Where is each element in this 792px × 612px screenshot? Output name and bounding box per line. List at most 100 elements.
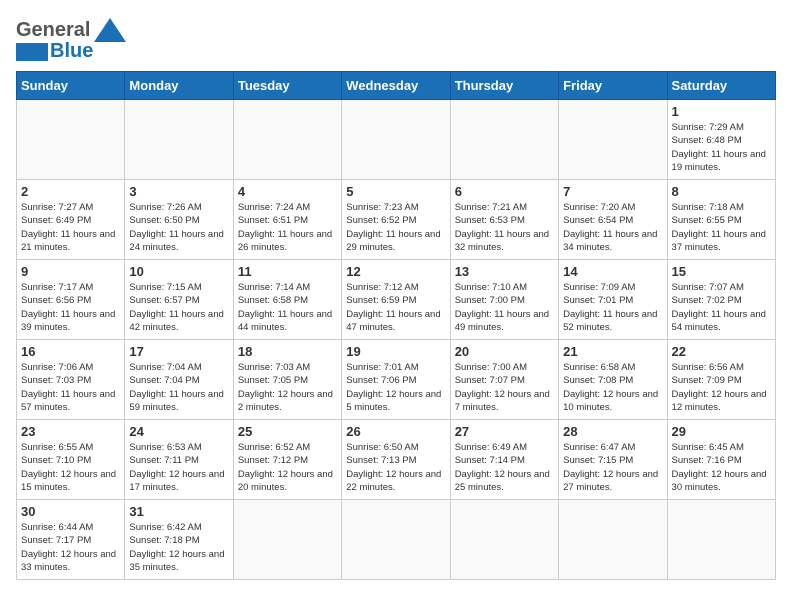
calendar-cell: 18 Sunrise: 7:03 AMSunset: 7:05 PMDayligh… [233,340,341,420]
weekday-header-thursday: Thursday [450,72,558,100]
weekday-header-sunday: Sunday [17,72,125,100]
day-info: Sunrise: 7:18 AMSunset: 6:55 PMDaylight:… [672,201,771,254]
day-number: 21 [563,344,662,359]
logo-general-text: General [16,19,90,42]
day-number: 4 [238,184,337,199]
day-info: Sunrise: 6:56 AMSunset: 7:09 PMDaylight:… [672,361,771,414]
day-number: 26 [346,424,445,439]
calendar-cell: 12 Sunrise: 7:12 AMSunset: 6:59 PMDayligh… [342,260,450,340]
day-number: 5 [346,184,445,199]
calendar-cell: 31 Sunrise: 6:42 AMSunset: 7:18 PMDayligh… [125,500,233,580]
calendar-cell: 24 Sunrise: 6:53 AMSunset: 7:11 PMDayligh… [125,420,233,500]
day-number: 30 [21,504,120,519]
calendar-cell [17,100,125,180]
day-number: 16 [21,344,120,359]
day-number: 19 [346,344,445,359]
logo: General Blue [16,16,128,63]
calendar-cell: 16 Sunrise: 7:06 AMSunset: 7:03 PMDayligh… [17,340,125,420]
day-number: 13 [455,264,554,279]
calendar-week-row: 30 Sunrise: 6:44 AMSunset: 7:17 PMDayligh… [17,500,776,580]
day-number: 20 [455,344,554,359]
day-number: 25 [238,424,337,439]
day-info: Sunrise: 6:44 AMSunset: 7:17 PMDaylight:… [21,521,120,574]
day-number: 1 [672,104,771,119]
calendar-cell: 9 Sunrise: 7:17 AMSunset: 6:56 PMDaylight… [17,260,125,340]
weekday-header-wednesday: Wednesday [342,72,450,100]
calendar-cell: 27 Sunrise: 6:49 AMSunset: 7:14 PMDayligh… [450,420,558,500]
day-number: 9 [21,264,120,279]
calendar-week-row: 9 Sunrise: 7:17 AMSunset: 6:56 PMDaylight… [17,260,776,340]
day-number: 31 [129,504,228,519]
weekday-header-tuesday: Tuesday [233,72,341,100]
day-info: Sunrise: 6:42 AMSunset: 7:18 PMDaylight:… [129,521,228,574]
calendar-cell: 20 Sunrise: 7:00 AMSunset: 7:07 PMDayligh… [450,340,558,420]
calendar-cell [559,100,667,180]
calendar-cell: 23 Sunrise: 6:55 AMSunset: 7:10 PMDayligh… [17,420,125,500]
day-info: Sunrise: 7:01 AMSunset: 7:06 PMDaylight:… [346,361,445,414]
logo-icon [92,16,128,44]
calendar-cell [559,500,667,580]
calendar-cell [342,500,450,580]
calendar-cell: 6Sunrise: 7:21 AMSunset: 6:53 PMDaylight… [450,180,558,260]
calendar-cell [450,500,558,580]
calendar-cell [233,100,341,180]
calendar-cell: 5 Sunrise: 7:23 AMSunset: 6:52 PMDaylight… [342,180,450,260]
day-info: Sunrise: 7:17 AMSunset: 6:56 PMDaylight:… [21,281,120,334]
day-info: Sunrise: 7:23 AMSunset: 6:52 PMDaylight:… [346,201,445,254]
day-number: 10 [129,264,228,279]
day-info: Sunrise: 7:26 AMSunset: 6:50 PMDaylight:… [129,201,228,254]
day-info: Sunrise: 7:04 AMSunset: 7:04 PMDaylight:… [129,361,228,414]
day-info: Sunrise: 7:24 AMSunset: 6:51 PMDaylight:… [238,201,337,254]
day-info: Sunrise: 7:12 AMSunset: 6:59 PMDaylight:… [346,281,445,334]
day-number: 12 [346,264,445,279]
calendar-cell: 4 Sunrise: 7:24 AMSunset: 6:51 PMDaylight… [233,180,341,260]
day-info: Sunrise: 6:55 AMSunset: 7:10 PMDaylight:… [21,441,120,494]
calendar-cell [667,500,775,580]
calendar-cell: 2Sunrise: 7:27 AMSunset: 6:49 PMDaylight… [17,180,125,260]
calendar-cell: 19 Sunrise: 7:01 AMSunset: 7:06 PMDayligh… [342,340,450,420]
day-number: 2 [21,184,120,199]
calendar-week-row: 1 Sunrise: 7:29 AMSunset: 6:48 PMDaylight… [17,100,776,180]
calendar-header-row: SundayMondayTuesdayWednesdayThursdayFrid… [17,72,776,100]
weekday-header-saturday: Saturday [667,72,775,100]
calendar-week-row: 16 Sunrise: 7:06 AMSunset: 7:03 PMDayligh… [17,340,776,420]
day-number: 17 [129,344,228,359]
day-info: Sunrise: 7:07 AMSunset: 7:02 PMDaylight:… [672,281,771,334]
day-info: Sunrise: 7:29 AMSunset: 6:48 PMDaylight:… [672,121,771,174]
day-info: Sunrise: 7:00 AMSunset: 7:07 PMDaylight:… [455,361,554,414]
calendar-cell: 7Sunrise: 7:20 AMSunset: 6:54 PMDaylight… [559,180,667,260]
day-info: Sunrise: 6:49 AMSunset: 7:14 PMDaylight:… [455,441,554,494]
calendar-cell: 13Sunrise: 7:10 AMSunset: 7:00 PMDayligh… [450,260,558,340]
weekday-header-monday: Monday [125,72,233,100]
day-number: 3 [129,184,228,199]
day-info: Sunrise: 7:21 AMSunset: 6:53 PMDaylight:… [455,201,554,254]
logo-blue-text: Blue [50,40,93,63]
day-number: 22 [672,344,771,359]
calendar-cell: 1 Sunrise: 7:29 AMSunset: 6:48 PMDaylight… [667,100,775,180]
calendar-cell: 17 Sunrise: 7:04 AMSunset: 7:04 PMDayligh… [125,340,233,420]
day-info: Sunrise: 6:47 AMSunset: 7:15 PMDaylight:… [563,441,662,494]
calendar-cell: 30 Sunrise: 6:44 AMSunset: 7:17 PMDayligh… [17,500,125,580]
calendar-cell [233,500,341,580]
day-info: Sunrise: 6:53 AMSunset: 7:11 PMDaylight:… [129,441,228,494]
calendar-cell: 14Sunrise: 7:09 AMSunset: 7:01 PMDayligh… [559,260,667,340]
day-info: Sunrise: 7:03 AMSunset: 7:05 PMDaylight:… [238,361,337,414]
day-info: Sunrise: 7:15 AMSunset: 6:57 PMDaylight:… [129,281,228,334]
day-number: 24 [129,424,228,439]
calendar-cell: 10 Sunrise: 7:15 AMSunset: 6:57 PMDayligh… [125,260,233,340]
weekday-header-friday: Friday [559,72,667,100]
day-number: 23 [21,424,120,439]
page-header: General Blue [16,16,776,63]
day-number: 27 [455,424,554,439]
day-number: 18 [238,344,337,359]
calendar-cell [125,100,233,180]
day-info: Sunrise: 6:58 AMSunset: 7:08 PMDaylight:… [563,361,662,414]
day-number: 11 [238,264,337,279]
calendar-cell: 15Sunrise: 7:07 AMSunset: 7:02 PMDayligh… [667,260,775,340]
calendar-week-row: 2Sunrise: 7:27 AMSunset: 6:49 PMDaylight… [17,180,776,260]
day-info: Sunrise: 7:06 AMSunset: 7:03 PMDaylight:… [21,361,120,414]
day-number: 14 [563,264,662,279]
calendar-cell: 3 Sunrise: 7:26 AMSunset: 6:50 PMDaylight… [125,180,233,260]
calendar-cell: 21 Sunrise: 6:58 AMSunset: 7:08 PMDayligh… [559,340,667,420]
calendar-cell: 22 Sunrise: 6:56 AMSunset: 7:09 PMDayligh… [667,340,775,420]
